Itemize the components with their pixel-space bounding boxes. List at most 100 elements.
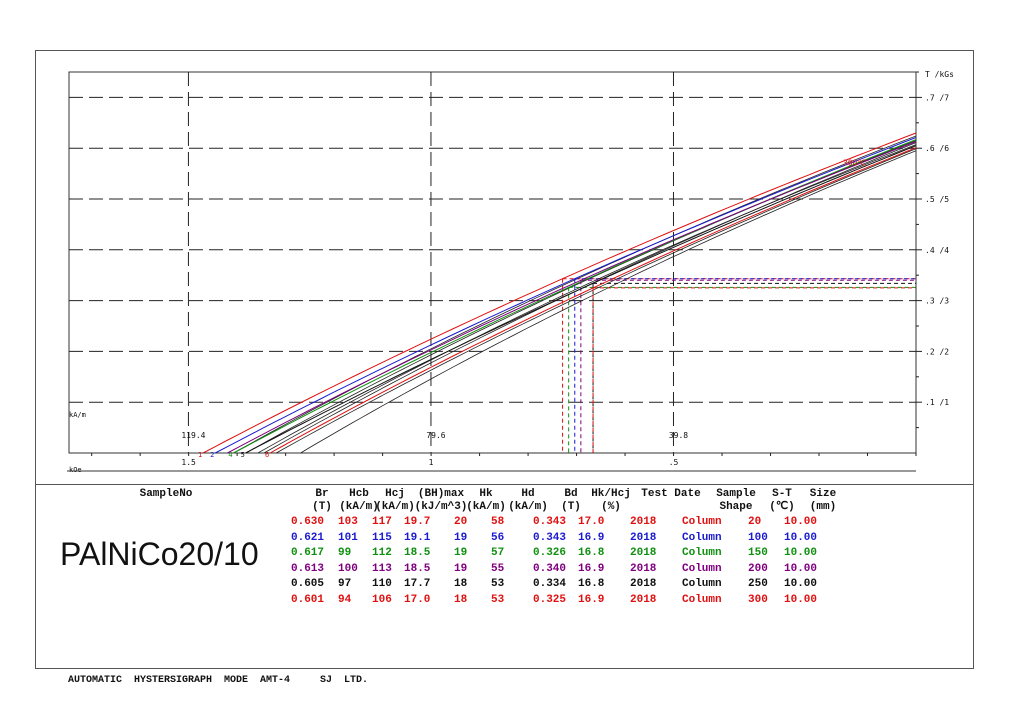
table-cell-bhmax: 19.1: [404, 531, 431, 544]
table-cell-st: 200: [748, 562, 768, 575]
table-cell-hd: 53: [491, 578, 505, 590]
table-cell-hk: 19: [454, 562, 468, 575]
curve-number-5: 5: [241, 451, 245, 459]
column-header-size: Size (mm): [809, 488, 837, 513]
report-frame: .1 /1 .2 /2 .3 /3 .4 /4 .5 /5 .6 /6 .7 /7 T /kG…: [35, 50, 974, 669]
table-cell-hkhcj: 16.9: [578, 531, 605, 544]
table-cell-date: 2018: [630, 531, 657, 544]
table-cell-hcb: 100: [338, 562, 358, 575]
table-cell-br: 0.601: [291, 593, 325, 606]
curve-number-6: 6: [265, 451, 269, 459]
table-cell-br: 0.617: [291, 547, 325, 559]
table-cell-shape: Column: [682, 578, 722, 590]
table-cell-hk: 19: [454, 531, 468, 544]
table-cell-br: 0.605: [291, 578, 325, 590]
y-tick-label-0: .1 /1: [925, 398, 949, 407]
table-cell-shape: Column: [682, 516, 722, 528]
y-unit-label: T /kGs: [925, 70, 954, 79]
table-cell-st: 150: [748, 547, 768, 559]
x-tick-label-kOe-2: .5: [669, 458, 679, 467]
table-cell-hcj: 110: [372, 578, 392, 590]
table-cell-bhmax: 19.7: [404, 516, 431, 528]
x-unit-label-kAm: kA/m: [69, 411, 86, 419]
curve-number-4: 4: [228, 451, 232, 459]
table-cell-hd: 57: [491, 547, 505, 559]
table-cell-bd: 0.334: [533, 578, 567, 590]
section-divider: [36, 484, 973, 485]
table-cell-hcb: 99: [338, 547, 352, 559]
footer-caption: AUTOMATIC HYSTERSIGRAPH MODE AMT-4 SJ LT…: [68, 675, 369, 686]
table-cell-hd: 55: [491, 562, 505, 575]
column-header-sampleno: SampleNo: [139, 488, 193, 500]
table-cell-shape: Column: [682, 547, 722, 559]
table-cell-size: 10.00: [784, 562, 818, 575]
y-tick-label-3: .4 /4: [925, 246, 949, 255]
y-tick-label-1: .2 /2: [925, 347, 949, 356]
table-cell-hcj: 117: [372, 516, 392, 528]
table-cell-bhmax: 17.7: [404, 578, 431, 590]
sample-name: PAlNiCo20/10: [60, 536, 259, 572]
table-cell-shape: Column: [682, 531, 722, 544]
table-cell-date: 2018: [630, 578, 657, 590]
x-tick-label-kAm-0: 119.4: [181, 431, 205, 440]
table-cell-hkhcj: 16.9: [578, 562, 605, 575]
table-cell-hcj: 115: [372, 531, 392, 544]
curve-number-1: 1: [198, 451, 202, 459]
table-cell-hd: 58: [491, 516, 505, 528]
table-cell-bd: 0.343: [533, 516, 567, 528]
y-tick-label-4: .5 /5: [925, 195, 949, 204]
table-cell-bd: 0.325: [533, 593, 567, 606]
table-cell-bhmax: 18.5: [404, 547, 431, 559]
curve-20: [202, 132, 917, 454]
table-cell-hcj: 106: [372, 593, 392, 606]
table-cell-hd: 53: [491, 593, 505, 606]
y-tick-label-6: .7 /7: [925, 93, 949, 102]
table-cell-hcb: 103: [338, 516, 358, 528]
table-cell-st: 250: [748, 578, 768, 590]
table-cell-st: 100: [748, 531, 768, 544]
table-cell-size: 10.00: [784, 578, 818, 590]
table-cell-hkhcj: 17.0: [578, 516, 605, 528]
table-cell-hkhcj: 16.9: [578, 593, 605, 606]
table-cell-st: 20: [748, 516, 762, 528]
y-tick-label-2: .3 /3: [925, 297, 949, 306]
table-cell-size: 10.00: [784, 516, 818, 528]
table-cell-size: 10.00: [784, 593, 818, 606]
table-cell-bd: 0.340: [533, 562, 567, 575]
table-cell-hkhcj: 16.8: [578, 547, 605, 559]
table-cell-shape: Column: [682, 593, 722, 606]
table-cell-size: 10.00: [784, 531, 818, 544]
table-cell-hcb: 94: [338, 593, 352, 606]
table-cell-shape: Column: [682, 562, 722, 575]
table-cell-date: 2018: [630, 547, 657, 559]
curve-number-2: 2: [210, 451, 214, 459]
table-cell-br: 0.630: [291, 516, 325, 528]
table-cell-hcb: 101: [338, 531, 358, 544]
table-cell-hk: 18: [454, 578, 468, 590]
table-cell-hk: 18: [454, 593, 468, 606]
plot-area: [68, 71, 917, 454]
table-cell-hkhcj: 16.8: [578, 578, 605, 590]
x-tick-label-kOe-1: 1: [429, 458, 434, 467]
x-unit-label-kOe: kOe: [69, 466, 82, 474]
table-cell-size: 10.00: [784, 547, 818, 559]
x-tick-label-kOe-0: 1.5: [181, 458, 196, 467]
table-cell-st: 300: [748, 593, 768, 606]
table-cell-br: 0.613: [291, 562, 325, 575]
table-cell-hcb: 97: [338, 578, 352, 590]
table-cell-hcj: 113: [372, 562, 392, 575]
table-cell-hk: 20: [454, 516, 468, 528]
x-tick-label-kAm-1: 79.6: [426, 431, 445, 440]
table-cell-bhmax: 18.5: [404, 562, 431, 575]
curve-300-overlay: [300, 150, 917, 454]
table-cell-hk: 19: [454, 547, 468, 559]
temperature-annotation: 300℃: [843, 158, 866, 167]
demagnetization-chart: .1 /1 .2 /2 .3 /3 .4 /4 .5 /5 .6 /6 .7 /7 T /kG…: [67, 70, 954, 474]
table-cell-bd: 0.343: [533, 531, 567, 544]
table-cell-hd: 56: [491, 531, 505, 544]
curve-200-overlay: [257, 144, 917, 454]
table-cell-hcj: 112: [372, 547, 392, 559]
table-cell-date: 2018: [630, 562, 657, 575]
table-cell-date: 2018: [630, 593, 657, 606]
x-tick-label-kAm-2: 39.8: [669, 431, 688, 440]
